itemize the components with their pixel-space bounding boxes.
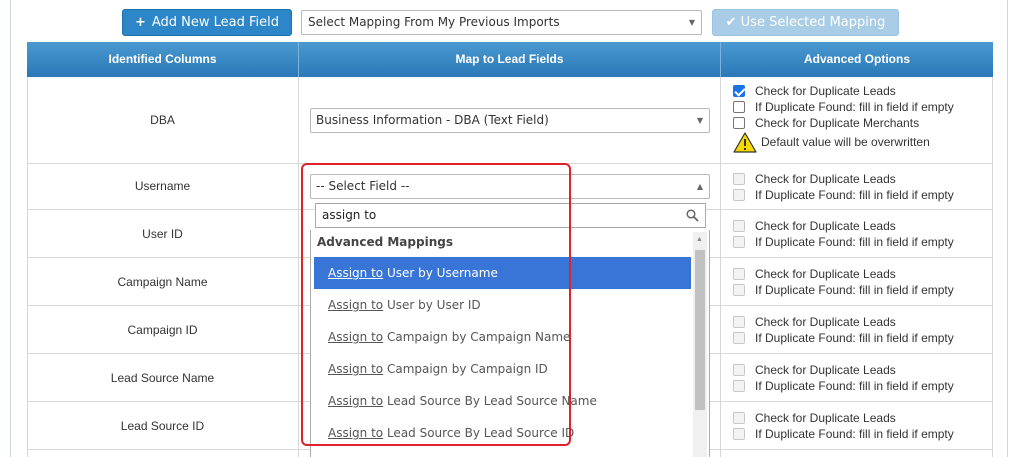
column-name: Lead Source ID: [120, 419, 205, 433]
fill-if-empty-label: If Duplicate Found: fill in field if emp…: [755, 188, 954, 202]
column-name: User ID: [142, 227, 183, 241]
dba-field-value: Business Information - DBA (Text Field): [316, 113, 549, 127]
fill-if-empty-label: If Duplicate Found: fill in field if emp…: [755, 283, 954, 297]
default-overwritten-label: Default value will be overwritten: [761, 135, 930, 149]
previous-mapping-value: Select Mapping From My Previous Imports: [308, 15, 560, 29]
fill-if-empty-label: If Duplicate Found: fill in field if emp…: [755, 235, 954, 249]
fill-if-empty-checkbox[interactable]: [733, 236, 745, 248]
table-header: Identified Columns Map to Lead Fields Ad…: [27, 42, 993, 77]
check-dup-leads-checkbox[interactable]: [733, 173, 745, 185]
fill-if-empty-checkbox[interactable]: [733, 428, 745, 440]
right-border: [1007, 0, 1008, 457]
check-dup-leads-label: Check for Duplicate Leads: [755, 172, 896, 186]
check-dup-leads-label: Check for Duplicate Leads: [755, 219, 896, 233]
column-name: Campaign ID: [127, 323, 198, 337]
header-map-to-lead-fields: Map to Lead Fields: [298, 42, 720, 77]
advanced-options: Check for Duplicate Leads If Duplicate F…: [733, 410, 954, 442]
warning-icon: [733, 132, 757, 153]
advanced-options: Check for Duplicate Leads If Duplicate F…: [733, 362, 954, 394]
check-dup-leads-label: Check for Duplicate Leads: [755, 363, 896, 377]
use-selected-mapping-button[interactable]: ✔ Use Selected Mapping: [712, 9, 899, 36]
advanced-options: Check for Duplicate Leads If Duplicate F…: [733, 218, 954, 250]
fill-if-empty-checkbox[interactable]: [733, 101, 745, 113]
column-name: Campaign Name: [117, 275, 208, 289]
check-dup-leads-checkbox[interactable]: [733, 364, 745, 376]
fill-if-empty-checkbox[interactable]: [733, 332, 745, 344]
dropdown-scrollbar[interactable]: ▲: [693, 232, 707, 457]
check-dup-leads-label: Check for Duplicate Leads: [755, 84, 896, 98]
search-icon: [686, 209, 699, 222]
header-advanced-options: Advanced Options: [720, 42, 993, 77]
check-dup-leads-checkbox[interactable]: [733, 316, 745, 328]
advanced-options: Check for Duplicate Leads If Duplicate F…: [733, 266, 954, 298]
check-dup-leads-label: Check for Duplicate Leads: [755, 411, 896, 425]
fill-if-empty-checkbox[interactable]: [733, 284, 745, 296]
advanced-options: Check for Duplicate Leads If Duplicate F…: [733, 171, 954, 203]
header-identified-columns: Identified Columns: [108, 52, 217, 66]
check-dup-merchants-checkbox[interactable]: [733, 117, 745, 129]
column-name: DBA: [150, 113, 175, 127]
check-dup-merchants-label: Check for Duplicate Merchants: [755, 116, 920, 130]
check-dup-leads-checkbox[interactable]: [733, 220, 745, 232]
add-new-lead-field-button[interactable]: + Add New Lead Field: [122, 9, 292, 36]
fill-if-empty-label: If Duplicate Found: fill in field if emp…: [755, 427, 954, 441]
check-dup-leads-checkbox[interactable]: [733, 412, 745, 424]
check-dup-leads-checkbox[interactable]: [733, 85, 745, 97]
fill-if-empty-label: If Duplicate Found: fill in field if emp…: [755, 331, 954, 345]
annotation-highlight: [301, 163, 571, 446]
column-name: Lead Source Name: [110, 371, 215, 385]
column-name: Username: [134, 179, 191, 193]
add-field-label: Add New Lead Field: [151, 15, 280, 30]
check-dup-leads-label: Check for Duplicate Leads: [755, 315, 896, 329]
check-dup-leads-label: Check for Duplicate Leads: [755, 267, 896, 281]
fill-if-empty-checkbox[interactable]: [733, 380, 745, 392]
advanced-options: Check for Duplicate Leads If Duplicate F…: [733, 83, 954, 153]
chevron-down-icon: ▼: [696, 116, 703, 125]
scrollbar-thumb[interactable]: [695, 250, 705, 410]
chevron-up-icon: ▲: [696, 182, 703, 191]
advanced-options: Check for Duplicate Leads If Duplicate F…: [733, 314, 954, 346]
fill-if-empty-label: If Duplicate Found: fill in field if emp…: [755, 100, 954, 114]
dba-field-select[interactable]: Business Information - DBA (Text Field) …: [310, 108, 710, 133]
plus-icon: +: [134, 15, 146, 30]
fill-if-empty-label: If Duplicate Found: fill in field if emp…: [755, 379, 954, 393]
use-mapping-label: Use Selected Mapping: [740, 15, 886, 30]
scroll-up-icon[interactable]: ▲: [696, 236, 703, 243]
check-dup-leads-checkbox[interactable]: [733, 268, 745, 280]
previous-mapping-select[interactable]: Select Mapping From My Previous Imports …: [301, 10, 702, 35]
left-border: [10, 0, 11, 457]
check-icon: ✔: [725, 15, 737, 30]
chevron-down-icon: ▼: [688, 18, 695, 27]
fill-if-empty-checkbox[interactable]: [733, 189, 745, 201]
